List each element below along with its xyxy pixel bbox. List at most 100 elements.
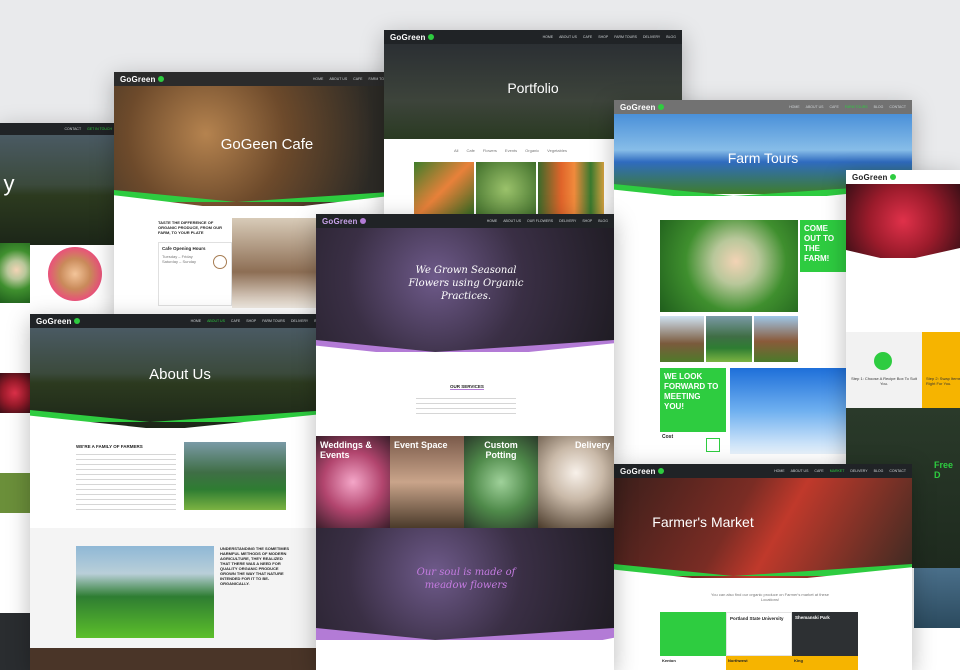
flowers-menu: HOME ABOUT US OUR FLOWERS DELIVERY SHOP BLOG xyxy=(486,219,608,223)
portfolio-nav: GoGreen HOME ABOUT US CAFE SHOP FARM TOURS DE… xyxy=(384,30,682,44)
about-quote: UNDERSTANDING THE SOMETIMES HARMFUL METH… xyxy=(220,546,290,586)
tours-come-out: COME OUT TO THE FARM! xyxy=(800,220,848,272)
delivery-step1-panel: Step 1: Choose A Recipe Box To Suit You. xyxy=(846,332,922,408)
tours-come-out-text: COME OUT TO THE FARM! xyxy=(804,224,835,263)
flowers-hero-text: We Grown Seasonal Flowers using Organic … xyxy=(408,265,524,302)
about-menu: HOMEABOUT USCAFESHOPFARM TOURSDELIVERYBL… xyxy=(190,319,324,323)
cafe-nav: GoGreen HOMEABOUT USCAFEFARM TOURSCONTAC… xyxy=(114,72,420,86)
tours-look-forward: WE LOOK FORWARD TO MEETING YOU! xyxy=(660,368,726,432)
leaf-icon xyxy=(889,174,896,180)
tours-forest-photo xyxy=(706,316,752,362)
cafe-logo[interactable]: GoGreen xyxy=(120,75,164,84)
tours-field-photo xyxy=(754,316,798,362)
portfolio-item-1[interactable] xyxy=(414,162,474,216)
about-footer xyxy=(30,648,330,670)
cafe-hours-box: Cafe Opening Hours Tuesday – Friday Satur… xyxy=(158,242,232,306)
portfolio-logo[interactable]: GoGreen xyxy=(390,33,434,42)
market-nav: GoGreen HOME ABOUT US CAFE MARKET DELIVERY BL… xyxy=(614,464,912,478)
leaf-icon xyxy=(657,104,664,110)
filter-vegetables[interactable]: Vegetables xyxy=(547,148,567,153)
delivery-hero xyxy=(846,184,960,258)
market-loc-2: Portland State University xyxy=(726,612,792,656)
about-meadow-photo xyxy=(76,546,214,638)
leaf-icon xyxy=(73,318,80,324)
delivery-free-text: Free D xyxy=(934,460,954,480)
about-logo[interactable]: GoGreen xyxy=(36,317,80,326)
portfolio-item-2[interactable] xyxy=(476,162,536,216)
flowers-tile-weddings-label: Weddings & Events xyxy=(320,440,372,460)
market-loc-5: Northwest xyxy=(726,656,792,670)
market-loc-6-text: King xyxy=(794,658,803,663)
flowers-tile-event[interactable]: Event Space xyxy=(390,436,464,528)
flowers-card: GoGreen HOME ABOUT US OUR FLOWERS DELIVERY S… xyxy=(316,214,614,670)
flowers-tile-weddings[interactable]: Weddings & Events xyxy=(316,436,390,528)
tours-nav: GoGreen HOME ABOUT US CAFE FARM TOURS BLOG CO… xyxy=(614,100,912,114)
market-loc-1 xyxy=(660,612,726,656)
filter-events[interactable]: Events xyxy=(505,148,517,153)
flowers-services-label: OUR SERVICES xyxy=(450,384,484,390)
delivery-logo[interactable]: GoGreen xyxy=(852,173,896,182)
cafe-title: GoGeen Cafe xyxy=(220,136,314,153)
about-nav: GoGreen HOME ABOUT US CAFE SHOP FARM TOURS DE… xyxy=(30,314,330,328)
delivery-nav: GoGreen xyxy=(846,170,960,184)
flowers-tile-delivery-label: Delivery xyxy=(574,440,610,450)
filter-flowers[interactable]: Flowers xyxy=(483,148,497,153)
flowers-soul-text: Our soul is made of meadow flowers xyxy=(416,567,516,591)
about-family-heading: WE'RE A FAMILY OF FARMERS xyxy=(76,444,143,449)
about-family-text xyxy=(76,454,176,514)
left-photo-1 xyxy=(0,243,30,303)
market-card: GoGreen HOME ABOUT US CAFE MARKET DELIVERY BL… xyxy=(614,464,912,670)
market-title: Farmer's Market xyxy=(652,514,754,530)
left-photo-3 xyxy=(0,473,30,513)
tours-title: Farm Tours xyxy=(727,150,799,166)
about-card: GoGreen HOME ABOUT US CAFE SHOP FARM TOURS DE… xyxy=(30,314,330,670)
flowers-tile-potting-label: Custom Potting xyxy=(484,440,518,460)
left-person-photo xyxy=(48,247,102,301)
filter-all[interactable]: All xyxy=(454,148,458,153)
market-menu: HOME ABOUT US CAFE MARKET DELIVERY BLOG CONTAC… xyxy=(774,469,906,473)
market-loc-3-text: Shemanski Park xyxy=(795,615,830,620)
flowers-services-text xyxy=(416,398,516,418)
cafe-clock-icon xyxy=(213,255,227,269)
market-loc-5-text: Northwest xyxy=(728,658,748,663)
about-title: About Us xyxy=(149,366,211,383)
flowers-logo[interactable]: GoGreen xyxy=(322,217,366,226)
delivery-step1-text: Step 1: Choose A Recipe Box To Suit You. xyxy=(851,376,917,386)
tours-sky-photo xyxy=(730,368,848,454)
delivery-step2-text: Step 2: Swap Items If The Time Is Right … xyxy=(926,376,960,386)
portfolio-menu: HOME ABOUT US CAFE SHOP FARM TOURS DELIVERY BL… xyxy=(542,35,676,39)
about-forest-photo xyxy=(184,442,286,510)
left-hero-title: y xyxy=(3,171,15,196)
cafe-hours-title: Cafe Opening Hours xyxy=(162,246,206,251)
cafe-tagline: TASTE THE DIFFERENCE OF ORGANIC PRODUCE,… xyxy=(158,220,222,235)
delivery-step2-panel: Step 2: Swap Items If The Time Is Right … xyxy=(922,332,960,408)
filter-cafe[interactable]: Cafe xyxy=(466,148,474,153)
filter-organic[interactable]: Organic xyxy=(525,148,539,153)
left-nav: CONTACT GET IN TOUCH xyxy=(0,123,118,135)
market-intro: You can also find our organic produce on… xyxy=(710,592,829,602)
left-photo-2 xyxy=(0,373,30,413)
delivery-step1-icon xyxy=(874,352,892,370)
flowers-tile-potting[interactable]: Custom Potting xyxy=(464,436,538,528)
tours-barn-photo xyxy=(660,316,704,362)
portfolio-filters: All Cafe Flowers Events Organic Vegetabl… xyxy=(454,148,567,153)
market-logo[interactable]: GoGreen xyxy=(620,467,664,476)
market-loc-2-text: Portland State University xyxy=(730,616,784,621)
cafe-interior-photo xyxy=(232,218,322,308)
leaf-icon xyxy=(657,468,664,474)
market-loc-4-text: Kenton xyxy=(662,658,676,663)
flowers-tile-event-label: Event Space xyxy=(394,440,448,450)
portfolio-item-3[interactable] xyxy=(538,162,604,216)
market-loc-4: Kenton xyxy=(660,656,726,670)
tours-look-forward-text: WE LOOK FORWARD TO MEETING YOU! xyxy=(664,372,719,411)
tours-barn-icon xyxy=(706,438,720,452)
flowers-tile-delivery[interactable]: Delivery xyxy=(538,436,614,528)
tours-menu: HOME ABOUT US CAFE FARM TOURS BLOG CONTACT xyxy=(789,105,906,109)
tours-logo[interactable]: GoGreen xyxy=(620,103,664,112)
market-loc-6: King xyxy=(792,656,858,670)
flowers-nav: GoGreen HOME ABOUT US OUR FLOWERS DELIVERY S… xyxy=(316,214,614,228)
delivery-farmers-photo xyxy=(914,568,960,628)
portfolio-title: Portfolio xyxy=(507,80,559,96)
leaf-icon xyxy=(157,76,164,82)
tours-kids-photo xyxy=(660,220,798,312)
